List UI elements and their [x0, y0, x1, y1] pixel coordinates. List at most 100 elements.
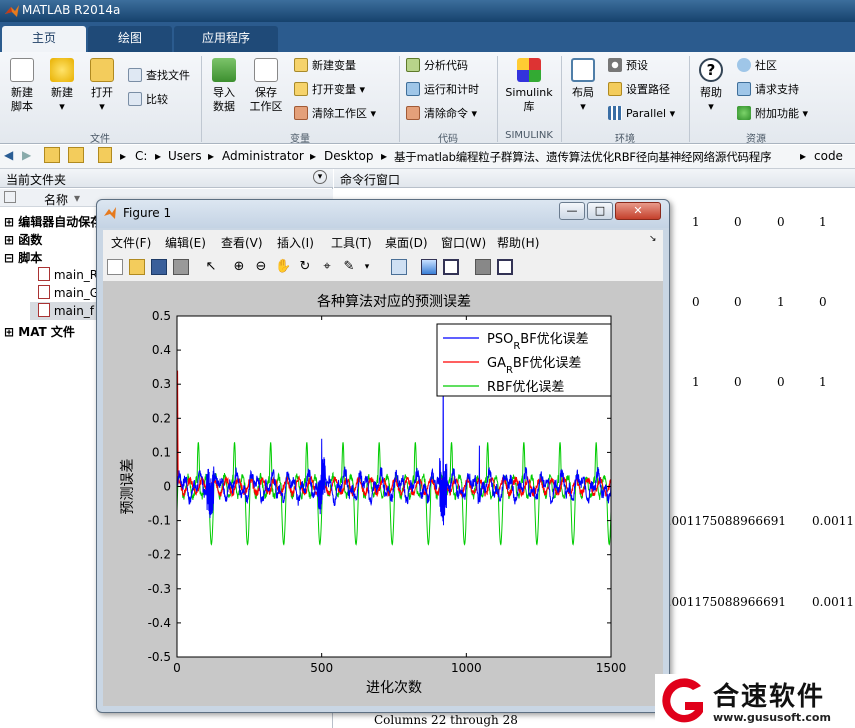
chevron-down-icon[interactable]: ▾ [359, 259, 375, 275]
back-arrow-icon[interactable]: ◀ [4, 148, 13, 162]
expand-icon[interactable]: ⊞ [4, 215, 14, 229]
clear-workspace-button[interactable]: 清除工作区 ▾ [294, 106, 376, 122]
menu-help[interactable]: 帮助(H) [497, 234, 539, 251]
tab-plots[interactable]: 绘图 [88, 26, 172, 52]
window-title: MATLAB R2014a [22, 3, 121, 17]
menu-desktop[interactable]: 桌面(D) [385, 234, 428, 251]
menu-edit[interactable]: 编辑(E) [165, 234, 206, 251]
parallel-button[interactable]: Parallel ▾ [608, 106, 675, 122]
zoom-out-icon[interactable]: ⊖ [253, 259, 269, 275]
column-header-name[interactable]: 名称 [44, 191, 68, 208]
tree-item[interactable]: ⊞ MAT 文件 [4, 323, 75, 340]
expand-icon[interactable]: ⊞ [4, 233, 14, 247]
dock-arrow-icon[interactable]: ↘ [649, 234, 657, 244]
matrix-value: 0.001175088966691 [660, 595, 786, 609]
matlab-logo-icon [5, 5, 19, 17]
expand-icon[interactable]: ⊞ [4, 325, 14, 339]
matlab-logo-icon [104, 207, 116, 219]
brush-icon[interactable]: ✎ [341, 259, 357, 275]
new-button[interactable]: 新建 ▾ [44, 58, 80, 114]
close-button[interactable]: ✕ [615, 202, 661, 220]
matrix-value: 1 [692, 215, 700, 229]
print-icon[interactable] [173, 259, 189, 275]
analyze-code-button[interactable]: 分析代码 [406, 58, 468, 74]
new-script-button[interactable]: 新建 脚本 [4, 58, 40, 114]
matrix-value: 1 [819, 215, 827, 229]
save-workspace-icon [254, 58, 278, 82]
colorbar-icon[interactable] [421, 259, 437, 275]
tree-item[interactable]: main_R [38, 267, 98, 282]
menu-insert[interactable]: 插入(I) [277, 234, 314, 251]
preferences-button[interactable]: 预设 [608, 58, 648, 74]
up-folder-icon[interactable] [44, 147, 60, 163]
legend-icon[interactable] [443, 259, 459, 275]
current-folder-header: 当前文件夹 ▾ [0, 169, 333, 188]
y-axis-label: 预测误差 [120, 459, 136, 515]
data-cursor-icon[interactable]: ⌖ [319, 259, 335, 275]
rotate-icon[interactable]: ↻ [297, 259, 313, 275]
open-file-icon[interactable] [129, 259, 145, 275]
breadcrumb-item[interactable]: Users [168, 149, 202, 163]
tree-item[interactable]: ⊞ 函数 [4, 231, 42, 248]
import-data-button[interactable]: 导入 数据 [206, 58, 242, 114]
help-button[interactable]: ? 帮助 ▾ [694, 58, 728, 114]
menu-view[interactable]: 查看(V) [221, 234, 263, 251]
matrix-value: 0 [777, 215, 785, 229]
breadcrumb-item[interactable]: Administrator [222, 149, 304, 163]
forward-arrow-icon[interactable]: ▶ [22, 148, 31, 162]
community-button[interactable]: 社区 [737, 58, 777, 74]
new-variable-button[interactable]: 新建变量 [294, 58, 356, 74]
breadcrumb-separator: ▸ [155, 149, 162, 163]
collapse-icon[interactable]: ⊟ [4, 251, 14, 265]
save-icon[interactable] [151, 259, 167, 275]
pointer-icon[interactable]: ↖ [203, 259, 219, 275]
menu-tools[interactable]: 工具(T) [331, 234, 372, 251]
ribbon-tabs: 主页 绘图 应用程序 [0, 22, 855, 52]
group-environment-label: 环境 [615, 134, 635, 145]
analyze-code-icon [406, 58, 420, 72]
simulink-library-button[interactable]: Simulink 库 [502, 58, 556, 114]
matrix-value: 0 [734, 215, 742, 229]
show-plot-tools-icon[interactable] [497, 259, 513, 275]
maximize-button[interactable]: □ [587, 202, 613, 220]
tree-item[interactable]: main_G [38, 285, 99, 300]
browse-folder-icon[interactable] [68, 147, 84, 163]
zoom-in-icon[interactable]: ⊕ [231, 259, 247, 275]
layout-button[interactable]: 布局 ▾ [566, 58, 600, 114]
clear-commands-button[interactable]: 清除命令 ▾ [406, 106, 477, 122]
breadcrumb-item[interactable]: 基于matlab编程粒子群算法、遗传算法优化RBF径向基神经网络源代码程序 [394, 149, 772, 165]
group-variable-label: 变量 [290, 134, 310, 145]
tab-apps[interactable]: 应用程序 [174, 26, 278, 52]
pan-hand-icon[interactable]: ✋ [275, 259, 291, 275]
compare-icon [128, 92, 142, 106]
breadcrumb-item[interactable]: code [814, 149, 843, 163]
y-tick-label: -0.2 [148, 548, 171, 562]
error-chart[interactable]: 0 500 1000 1500 -0.5 -0.4 -0.3 -0.2 -0.1 0 0.1 0.2 0… [103, 282, 663, 706]
sort-chevron-icon[interactable]: ▾ [74, 191, 80, 205]
run-and-time-button[interactable]: 运行和计时 [406, 82, 479, 98]
help-icon: ? [699, 58, 723, 82]
y-tick-label: 0 [163, 480, 171, 494]
find-files-button[interactable]: 查找文件 [128, 68, 190, 84]
script-file-icon [38, 267, 50, 281]
menu-file[interactable]: 文件(F) [111, 234, 151, 251]
addons-button[interactable]: 附加功能 ▾ [737, 106, 808, 122]
save-workspace-button[interactable]: 保存 工作区 [246, 58, 286, 114]
set-path-button[interactable]: 设置路径 [608, 82, 670, 98]
new-figure-icon[interactable] [107, 259, 123, 275]
open-variable-button[interactable]: 打开变量 ▾ [294, 82, 365, 98]
import-arrow-icon [212, 58, 236, 82]
tree-item[interactable]: ⊞ 编辑器自动保存 [4, 213, 102, 230]
menu-window[interactable]: 窗口(W) [441, 234, 486, 251]
minimize-button[interactable]: — [559, 202, 585, 220]
link-plot-icon[interactable] [391, 259, 407, 275]
breadcrumb-item[interactable]: Desktop [324, 149, 374, 163]
tab-home[interactable]: 主页 [2, 26, 86, 52]
tree-item[interactable]: ⊟ 脚本 [4, 249, 42, 266]
request-support-button[interactable]: 请求支持 [737, 82, 799, 98]
open-button[interactable]: 打开 ▾ [84, 58, 120, 114]
breadcrumb-item[interactable]: C: [135, 149, 147, 163]
panel-menu-icon[interactable]: ▾ [313, 170, 327, 184]
hide-plot-tools-icon[interactable] [475, 259, 491, 275]
compare-button[interactable]: 比较 [128, 92, 168, 108]
